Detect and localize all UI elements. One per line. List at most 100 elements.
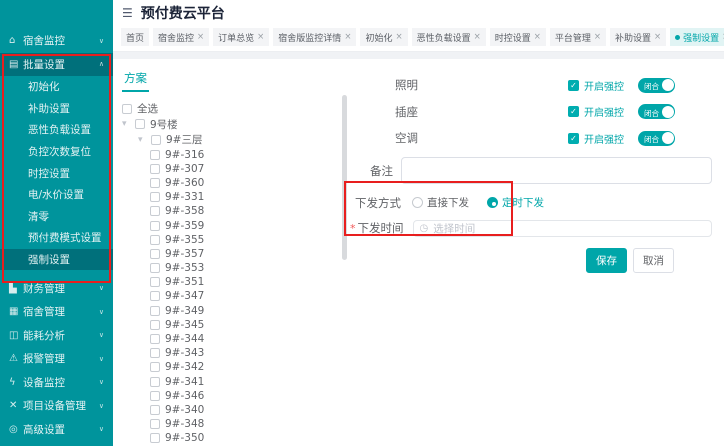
checked-checkbox[interactable]: ✓	[568, 133, 579, 144]
tree-room-item[interactable]: 9#-307	[122, 162, 347, 176]
sidebar-subitem[interactable]: 初始化	[0, 76, 113, 98]
tab[interactable]: 首页	[121, 28, 149, 46]
dispatch-method-option[interactable]: 直接下发	[412, 195, 469, 210]
circuit-toggle[interactable]: 闭合	[638, 104, 675, 119]
cancel-button[interactable]: 取消	[633, 248, 674, 273]
tree-room-item[interactable]: 9#-349	[122, 304, 347, 318]
sidebar-subitem[interactable]: 清零	[0, 206, 113, 228]
checkbox[interactable]	[150, 405, 160, 415]
tree-room-item[interactable]: 9#-331	[122, 190, 347, 204]
tree-room-item[interactable]: 9#-348	[122, 417, 347, 431]
tab[interactable]: 恶性负载设置 ×	[412, 28, 486, 46]
sidebar-subitem[interactable]: 时控设置	[0, 162, 113, 184]
caret-down-icon[interactable]: ▾	[138, 135, 146, 145]
tree-room-item[interactable]: 9#-360	[122, 176, 347, 190]
tab-plan[interactable]: 方案	[122, 70, 149, 92]
radio-icon[interactable]	[487, 197, 498, 208]
checkbox[interactable]	[150, 419, 160, 429]
caret-down-icon[interactable]: ▾	[122, 119, 130, 129]
tree-room-item[interactable]: 9#-316	[122, 148, 347, 162]
tree-scrollbar[interactable]	[342, 95, 347, 260]
tree-room-item[interactable]: 9#-347	[122, 289, 347, 303]
tab[interactable]: 平台管理 ×	[550, 28, 606, 46]
sidebar-item[interactable]: ▤ 批量设置 ∧	[0, 53, 113, 77]
radio-icon[interactable]	[412, 197, 423, 208]
sidebar-subitem[interactable]: 负控次数复位	[0, 141, 113, 163]
checkbox[interactable]	[150, 235, 160, 245]
tab[interactable]: 宿舍版监控详情 ×	[273, 28, 356, 46]
tree-room-item[interactable]: 9#-358	[122, 204, 347, 218]
tab[interactable]: 宿舍监控 ×	[153, 28, 209, 46]
checkbox[interactable]	[150, 377, 160, 387]
checkbox[interactable]	[151, 135, 161, 145]
tree-room-item[interactable]: 9#-357	[122, 247, 347, 261]
checkbox[interactable]	[150, 206, 160, 216]
dispatch-time-input[interactable]: ◷ 选择时间	[413, 220, 713, 237]
tab-close-icon[interactable]: ×	[654, 32, 661, 42]
checkbox[interactable]	[150, 164, 160, 174]
tab[interactable]: 初始化 ×	[360, 28, 407, 46]
save-button[interactable]: 保存	[586, 248, 627, 273]
checkbox[interactable]	[150, 391, 160, 401]
tab[interactable]: 订单总览 ×	[213, 28, 269, 46]
tree-room-item[interactable]: 9#-345	[122, 318, 347, 332]
sidebar-subitem[interactable]: 预付费模式设置	[0, 227, 113, 249]
checkbox[interactable]	[150, 306, 160, 316]
tree-room-item[interactable]: 9#-342	[122, 360, 347, 374]
checkbox[interactable]	[150, 348, 160, 358]
sidebar-item[interactable]: ⌂ 宿舍监控 ∨	[0, 29, 113, 53]
dispatch-method-option[interactable]: 定时下发	[487, 195, 544, 210]
tab-close-icon[interactable]: ×	[594, 32, 601, 42]
sidebar-subitem[interactable]: 恶性负载设置	[0, 119, 113, 141]
checkbox[interactable]	[150, 263, 160, 273]
tab[interactable]: 时控设置 ×	[490, 28, 546, 46]
checkbox[interactable]	[150, 320, 160, 330]
sidebar-subitem[interactable]: 强制设置	[0, 249, 113, 271]
sidebar-subitem[interactable]: 补助设置	[0, 98, 113, 120]
tab-close-icon[interactable]: ×	[257, 32, 264, 42]
tab-close-icon[interactable]: ×	[474, 32, 481, 42]
checked-checkbox[interactable]: ✓	[568, 106, 579, 117]
tree-room-item[interactable]: 9#-353	[122, 261, 347, 275]
checkbox[interactable]	[150, 362, 160, 372]
tab-close-icon[interactable]: ×	[395, 32, 402, 42]
sidebar-item[interactable]: ◫ 能耗分析 ∨	[0, 323, 113, 347]
tree-room-item[interactable]: 9#-341	[122, 375, 347, 389]
checkbox[interactable]	[150, 433, 160, 443]
checkbox[interactable]	[122, 104, 132, 114]
circuit-toggle[interactable]: 闭合	[638, 131, 675, 146]
checkbox[interactable]	[135, 119, 145, 129]
tab[interactable]: 强制设置 ×	[670, 28, 724, 46]
sidebar-item[interactable]: ▙ 财务管理 ∨	[0, 276, 113, 300]
tree-room-item[interactable]: 9#-346	[122, 389, 347, 403]
tab-close-icon[interactable]: ×	[197, 32, 204, 42]
tree-room-item[interactable]: 9#-340	[122, 403, 347, 417]
tab[interactable]: 补助设置 ×	[610, 28, 666, 46]
tree-room-item[interactable]: 9#-355	[122, 233, 347, 247]
checkbox[interactable]	[150, 334, 160, 344]
sidebar-item[interactable]: ◎ 高级设置 ∨	[0, 417, 113, 441]
checkbox[interactable]	[150, 277, 160, 287]
tree-room-item[interactable]: 9#-359	[122, 218, 347, 232]
sidebar-item[interactable]: ▦ 宿舍管理 ∨	[0, 300, 113, 324]
tree-building[interactable]: ▾ 9号楼	[122, 117, 347, 133]
sidebar-item[interactable]: ϟ 设备监控 ∨	[0, 370, 113, 394]
sidebar-subitem[interactable]: 电/水价设置	[0, 184, 113, 206]
remark-textarea[interactable]	[401, 157, 712, 184]
tab-close-icon[interactable]: ×	[344, 32, 351, 42]
checkbox[interactable]	[150, 221, 160, 231]
checked-checkbox[interactable]: ✓	[568, 80, 579, 91]
checkbox[interactable]	[150, 249, 160, 259]
sidebar-item[interactable]: ⚠ 报警管理 ∨	[0, 347, 113, 371]
sidebar-item[interactable]: ✕ 项目设备管理 ∨	[0, 394, 113, 418]
tree-room-item[interactable]: 9#-350	[122, 431, 347, 445]
tree-floor[interactable]: ▾ 9#三层	[122, 132, 347, 148]
tab-close-icon[interactable]: ×	[534, 32, 541, 42]
collapse-menu-icon[interactable]: ☰	[122, 6, 133, 20]
tree-room-item[interactable]: 9#-344	[122, 332, 347, 346]
checkbox[interactable]	[150, 150, 160, 160]
tree-room-item[interactable]: 9#-343	[122, 346, 347, 360]
checkbox[interactable]	[150, 192, 160, 202]
checkbox[interactable]	[150, 178, 160, 188]
checkbox[interactable]	[150, 291, 160, 301]
